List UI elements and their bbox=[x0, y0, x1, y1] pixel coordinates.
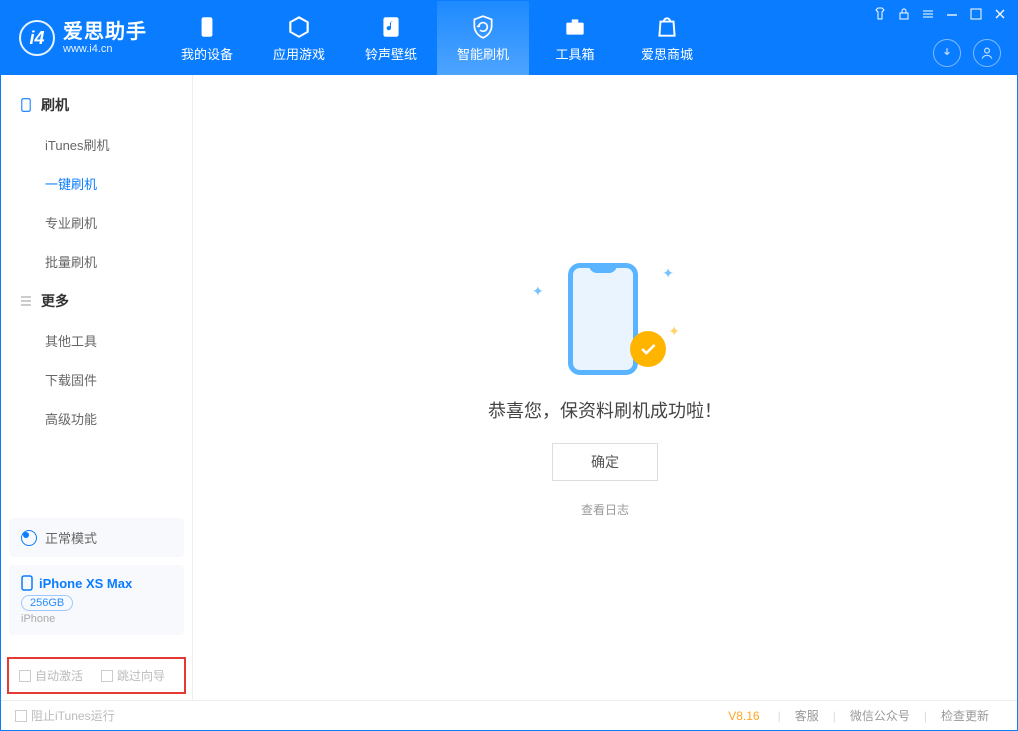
success-message: 恭喜您，保资料刷机成功啦！ bbox=[488, 397, 722, 423]
maximize-icon[interactable] bbox=[969, 7, 983, 21]
mode-card[interactable]: 正常模式 bbox=[9, 518, 184, 557]
sidebar-item-onekey-flash[interactable]: 一键刷机 bbox=[1, 164, 192, 203]
status-bar: 阻止iTunes运行 V8.16 | 客服 | 微信公众号 | 检查更新 bbox=[1, 700, 1017, 730]
main-content: ✦ ✦ ✦ 恭喜您，保资料刷机成功啦！ 确定 查看日志 bbox=[193, 75, 1017, 700]
app-header: i4 爱思助手 www.i4.cn 我的设备 应用游戏 铃声壁纸 智能刷机 工具… bbox=[1, 1, 1017, 75]
checkbox-icon bbox=[15, 710, 27, 722]
sidebar-item-batch-flash[interactable]: 批量刷机 bbox=[1, 242, 192, 281]
sidebar-group-title: 刷机 bbox=[41, 95, 69, 115]
sparkle-icon: ✦ bbox=[662, 265, 674, 282]
footer-link-update[interactable]: 检查更新 bbox=[927, 707, 1003, 724]
checkbox-icon bbox=[19, 670, 31, 682]
sidebar-group-title: 更多 bbox=[41, 291, 69, 311]
nav-smart-flash[interactable]: 智能刷机 bbox=[437, 1, 529, 75]
sparkle-icon: ✦ bbox=[532, 283, 544, 300]
sidebar-item-download-firmware[interactable]: 下载固件 bbox=[1, 360, 192, 399]
close-icon[interactable] bbox=[993, 7, 1007, 21]
sidebar-item-pro-flash[interactable]: 专业刷机 bbox=[1, 203, 192, 242]
sparkle-icon: ✦ bbox=[668, 323, 680, 340]
menu-icon[interactable] bbox=[921, 7, 935, 21]
list-icon bbox=[19, 294, 33, 308]
logo-icon: i4 bbox=[19, 20, 55, 56]
app-url: www.i4.cn bbox=[63, 43, 147, 55]
checkmark-badge-icon bbox=[630, 331, 666, 367]
checkbox-icon bbox=[101, 670, 113, 682]
shopping-bag-icon bbox=[653, 14, 681, 40]
checkbox-label: 跳过向导 bbox=[117, 667, 165, 684]
nav-label: 爱思商城 bbox=[641, 44, 693, 63]
device-type: iPhone bbox=[21, 613, 172, 625]
checkbox-block-itunes[interactable]: 阻止iTunes运行 bbox=[15, 707, 115, 724]
lock-icon[interactable] bbox=[897, 7, 911, 21]
flash-options-highlight: 自动激活 跳过向导 bbox=[7, 657, 186, 694]
nav-toolbox[interactable]: 工具箱 bbox=[529, 1, 621, 75]
checkbox-label: 阻止iTunes运行 bbox=[31, 707, 115, 724]
checkbox-auto-activate[interactable]: 自动激活 bbox=[19, 667, 83, 684]
nav-label: 工具箱 bbox=[555, 44, 594, 63]
mode-label: 正常模式 bbox=[45, 528, 97, 547]
nav-label: 智能刷机 bbox=[457, 44, 509, 63]
footer-link-support[interactable]: 客服 bbox=[781, 707, 833, 724]
sidebar-group-flash: 刷机 bbox=[1, 85, 192, 125]
shield-refresh-icon bbox=[469, 14, 497, 40]
cube-icon bbox=[285, 14, 313, 40]
user-icon[interactable] bbox=[973, 39, 1001, 67]
nav-label: 铃声壁纸 bbox=[365, 44, 417, 63]
download-icon[interactable] bbox=[933, 39, 961, 67]
toolbox-icon bbox=[561, 14, 589, 40]
music-note-icon bbox=[377, 14, 405, 40]
checkbox-skip-guide[interactable]: 跳过向导 bbox=[101, 667, 165, 684]
app-logo: i4 爱思助手 www.i4.cn bbox=[1, 1, 161, 75]
success-illustration: ✦ ✦ ✦ bbox=[550, 257, 660, 377]
view-log-link[interactable]: 查看日志 bbox=[581, 501, 629, 518]
app-body: 刷机 iTunes刷机 一键刷机 专业刷机 批量刷机 更多 其他工具 下载固件 … bbox=[1, 75, 1017, 700]
sidebar-group-more: 更多 bbox=[1, 281, 192, 321]
shirt-icon[interactable] bbox=[873, 7, 887, 21]
nav-ringtones-wallpapers[interactable]: 铃声壁纸 bbox=[345, 1, 437, 75]
sidebar: 刷机 iTunes刷机 一键刷机 专业刷机 批量刷机 更多 其他工具 下载固件 … bbox=[1, 75, 193, 700]
nav-apps-games[interactable]: 应用游戏 bbox=[253, 1, 345, 75]
device-card[interactable]: iPhone XS Max 256GB iPhone bbox=[9, 565, 184, 635]
sidebar-item-other-tools[interactable]: 其他工具 bbox=[1, 321, 192, 360]
sidebar-item-advanced[interactable]: 高级功能 bbox=[1, 399, 192, 438]
nav-store[interactable]: 爱思商城 bbox=[621, 1, 713, 75]
app-name: 爱思助手 bbox=[63, 21, 147, 43]
main-nav: 我的设备 应用游戏 铃声壁纸 智能刷机 工具箱 爱思商城 bbox=[161, 1, 713, 75]
phone-icon bbox=[193, 14, 221, 40]
device-capacity: 256GB bbox=[21, 595, 73, 611]
phone-outline-icon bbox=[19, 98, 33, 112]
mode-indicator-icon bbox=[21, 530, 37, 546]
footer-link-wechat[interactable]: 微信公众号 bbox=[836, 707, 924, 724]
minimize-icon[interactable] bbox=[945, 7, 959, 21]
confirm-button[interactable]: 确定 bbox=[552, 443, 658, 481]
device-phone-icon bbox=[21, 575, 33, 591]
nav-label: 我的设备 bbox=[181, 44, 233, 63]
phone-graphic bbox=[568, 263, 638, 375]
header-actions bbox=[933, 39, 1001, 67]
nav-label: 应用游戏 bbox=[273, 44, 325, 63]
version-label: V8.16 bbox=[728, 709, 759, 723]
checkbox-label: 自动激活 bbox=[35, 667, 83, 684]
device-name: iPhone XS Max bbox=[39, 576, 132, 591]
sidebar-item-itunes-flash[interactable]: iTunes刷机 bbox=[1, 125, 192, 164]
window-controls bbox=[873, 7, 1007, 21]
nav-my-device[interactable]: 我的设备 bbox=[161, 1, 253, 75]
